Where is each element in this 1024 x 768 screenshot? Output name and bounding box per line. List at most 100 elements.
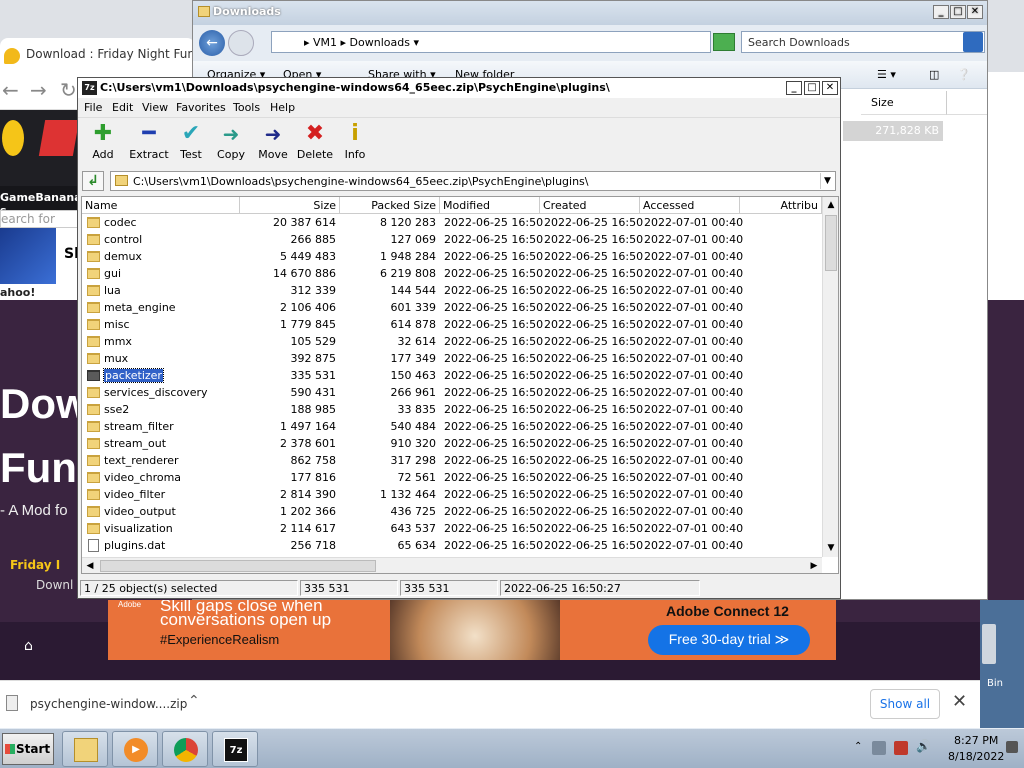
help-icon[interactable]: ❔	[957, 68, 971, 81]
clock-date[interactable]: 8/18/2022	[948, 750, 1004, 763]
back-arrow-icon[interactable]: ←	[199, 30, 225, 56]
scroll-up-icon[interactable]: ▲	[823, 197, 838, 213]
site-search-input[interactable]: earch for	[0, 210, 80, 228]
show-all-button[interactable]: Show all	[870, 689, 940, 719]
file-row[interactable]: text_renderer 862 758 317 298 2022-06-25 16…	[82, 452, 822, 469]
scroll-thumb[interactable]	[825, 215, 837, 271]
menu-edit[interactable]: Edit	[112, 101, 133, 114]
site-thumbnail[interactable]	[0, 228, 56, 284]
menu-favorites[interactable]: Favorites	[176, 101, 226, 114]
view-options-icon[interactable]: ☰ ▾	[877, 68, 896, 81]
scroll-down-icon[interactable]: ▼	[823, 540, 838, 556]
file-row[interactable]: misc 1 779 845 614 878 2022-06-25 16:50 2022…	[82, 316, 822, 333]
clock-time[interactable]: 8:27 PM	[954, 734, 998, 747]
file-row[interactable]: stream_out 2 378 601 910 320 2022-06-25 16:…	[82, 435, 822, 452]
network-icon[interactable]	[872, 741, 886, 755]
forward-arrow-icon[interactable]: →	[30, 78, 47, 102]
adobe-ad-banner[interactable]: Adobe Skill gaps close when conversation…	[108, 600, 836, 660]
column-attributes[interactable]: Attribu	[740, 197, 822, 214]
file-row[interactable]: codec 20 387 614 8 120 283 2022-06-25 16:50…	[82, 214, 822, 231]
close-icon[interactable]: ✕	[822, 81, 838, 95]
show-hidden-icons-icon[interactable]: ⌃	[854, 741, 862, 752]
close-icon[interactable]: ✕	[952, 691, 967, 712]
back-arrow-icon[interactable]: ←	[2, 78, 19, 102]
7zip-title-bar[interactable]: 7z C:\Users\vm1\Downloads\psychengine-wi…	[78, 78, 840, 98]
column-accessed[interactable]: Accessed	[640, 197, 740, 214]
file-row[interactable]: mux 392 875 177 349 2022-06-25 16:50 2022-06…	[82, 350, 822, 367]
menu-file[interactable]: File	[84, 101, 102, 114]
column-size[interactable]: Size	[240, 197, 340, 214]
browser-tab[interactable]: Download : Friday Night Funkin' -	[0, 38, 195, 72]
hero-friday-link[interactable]: Friday I	[10, 558, 60, 572]
download-item-name[interactable]: psychengine-window....zip	[30, 697, 187, 711]
file-row[interactable]: video_filter 2 814 390 1 132 464 2022-06-25…	[82, 486, 822, 503]
explorer-search-input[interactable]: Search Downloads	[741, 31, 985, 53]
column-created[interactable]: Created	[540, 197, 640, 214]
explorer-address-bar[interactable]: ▸ VM1 ▸ Downloads ▾	[271, 31, 711, 53]
minimize-icon[interactable]: _	[933, 5, 949, 19]
start-button[interactable]: Start	[2, 733, 54, 765]
scroll-left-icon[interactable]: ◀	[82, 558, 98, 573]
action-center-icon[interactable]	[894, 741, 908, 755]
file-row[interactable]: plugins.dat 256 718 65 634 2022-06-25 16:50…	[82, 537, 822, 554]
file-row[interactable]: sse2 188 985 33 835 2022-06-25 16:50 2022-06…	[82, 401, 822, 418]
info-button[interactable]: i Info	[330, 122, 380, 168]
file-row[interactable]: video_chroma 177 816 72 561 2022-06-25 16:5…	[82, 469, 822, 486]
file-row[interactable]: stream_filter 1 497 164 540 484 2022-06-25 …	[82, 418, 822, 435]
media-player-taskbar-button[interactable]: ▶	[112, 731, 158, 767]
vertical-scrollbar[interactable]: ▲ ▼	[822, 197, 838, 557]
column-name[interactable]: Name	[82, 197, 240, 214]
menu-view[interactable]: View	[142, 101, 168, 114]
system-tray: ⌃ 🔊 8:27 PM 8/18/2022	[850, 731, 1024, 767]
scroll-thumb[interactable]	[100, 560, 376, 572]
menu-tools[interactable]: Tools	[233, 101, 260, 114]
file-name: control	[104, 233, 143, 246]
explorer-title-bar[interactable]: Downloads _ □ ✕	[193, 1, 987, 25]
chrome-taskbar-button[interactable]	[162, 731, 208, 767]
ad-trial-button[interactable]: Free 30-day trial ≫	[648, 625, 810, 655]
column-modified[interactable]: Modified	[440, 197, 540, 214]
volume-icon[interactable]: 🔊	[916, 739, 931, 753]
refresh-icon[interactable]	[713, 33, 735, 51]
home-icon[interactable]: ⌂	[24, 638, 33, 654]
scroll-right-icon[interactable]: ▶	[806, 558, 822, 573]
site-logo-icon[interactable]	[2, 120, 24, 156]
file-row[interactable]: control 266 885 127 069 2022-06-25 16:50 202…	[82, 231, 822, 248]
maximize-icon[interactable]: □	[950, 5, 966, 19]
file-row[interactable]: meta_engine 2 106 406 601 339 2022-06-25 16…	[82, 299, 822, 316]
dropdown-arrow-icon[interactable]: ▼	[820, 173, 834, 189]
hero-download-text[interactable]: Downl	[36, 578, 73, 592]
column-packed-size[interactable]: Packed Size	[340, 197, 440, 214]
chevron-up-icon[interactable]: ⌃	[188, 693, 200, 709]
7zip-path-input[interactable]: C:\Users\vm1\Downloads\psychengine-windo…	[110, 171, 836, 191]
file-row[interactable]: packetizer 335 531 150 463 2022-06-25 16:50…	[82, 367, 822, 384]
file-row[interactable]: visualization 2 114 617 643 537 2022-06-25 …	[82, 520, 822, 537]
minimize-icon[interactable]: _	[786, 81, 802, 95]
7zip-taskbar-button[interactable]: 7z	[212, 731, 258, 767]
file-row[interactable]: video_output 1 202 366 436 725 2022-06-25 1…	[82, 503, 822, 520]
file-row[interactable]: services_discovery 590 431 266 961 2022-06-…	[82, 384, 822, 401]
file-modified: 2022-06-25 16:50	[444, 369, 544, 382]
explorer-taskbar-button[interactable]	[62, 731, 108, 767]
file-row[interactable]: demux 5 449 483 1 948 284 2022-06-25 16:50 2…	[82, 248, 822, 265]
explorer-column-size[interactable]: Size	[861, 91, 947, 115]
file-row[interactable]: gui 14 670 886 6 219 808 2022-06-25 16:50 20…	[82, 265, 822, 282]
fnf-logo-icon[interactable]	[38, 120, 80, 156]
reload-icon[interactable]: ↻	[60, 78, 77, 102]
menu-help[interactable]: Help	[270, 101, 295, 114]
add-button[interactable]: ✚ Add	[78, 122, 128, 168]
recycle-bin-icon[interactable]	[982, 624, 996, 664]
close-icon[interactable]: ✕	[967, 5, 983, 19]
file-row[interactable]: mmx 105 529 32 614 2022-06-25 16:50 2022-06-…	[82, 333, 822, 350]
preview-pane-icon[interactable]: ◫	[929, 68, 939, 81]
file-created: 2022-06-25 16:50	[544, 454, 644, 467]
file-accessed: 2022-07-01 00:40	[644, 267, 744, 280]
explorer-selected-size[interactable]: 271,828 KB	[843, 121, 943, 141]
maximize-icon[interactable]: □	[804, 81, 820, 95]
file-row[interactable]: lua 312 339 144 544 2022-06-25 16:50 2022-06…	[82, 282, 822, 299]
search-icon[interactable]	[963, 32, 983, 52]
forward-arrow-icon[interactable]	[228, 30, 254, 56]
folder-up-icon[interactable]: ↲	[82, 171, 104, 191]
horizontal-scrollbar[interactable]: ◀ ▶	[82, 557, 822, 573]
show-desktop-icon[interactable]	[1006, 741, 1018, 753]
